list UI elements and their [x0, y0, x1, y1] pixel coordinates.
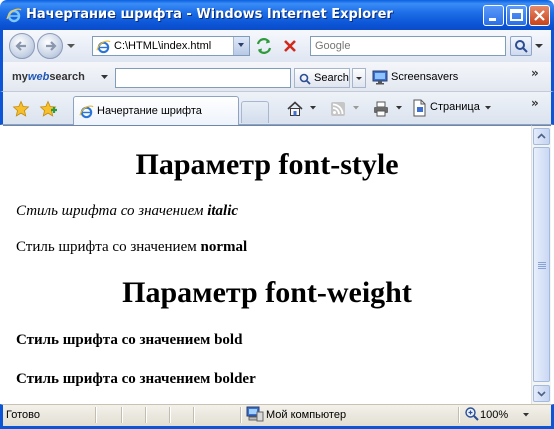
value-italic: italic [207, 203, 239, 219]
zoom-dropdown-icon[interactable] [523, 413, 529, 417]
history-dropdown-icon[interactable] [67, 42, 75, 50]
home-dropdown-icon[interactable] [310, 106, 316, 126]
status-bar: Готово Мой компьютер 100% [0, 404, 554, 429]
minimize-button[interactable] [483, 5, 504, 26]
commandbar-overflow-icon[interactable]: » [531, 96, 539, 110]
new-tab-button[interactable] [241, 101, 269, 123]
back-arrow-icon [15, 41, 26, 51]
status-divider [193, 407, 195, 423]
home-icon[interactable] [286, 99, 304, 119]
scroll-down-button[interactable] [533, 385, 550, 402]
mywebsearch-search-dropdown[interactable] [352, 68, 366, 88]
search-input[interactable] [310, 36, 506, 56]
close-icon [534, 10, 545, 21]
add-favorite-icon[interactable] [39, 100, 57, 118]
paragraph-italic: Стиль шрифта со значением italic [16, 203, 239, 219]
paragraph-normal: Стиль шрифта со значением normal [16, 239, 248, 255]
scroll-grip [538, 262, 546, 269]
chevron-down-icon [238, 43, 244, 47]
page-ie-icon [79, 105, 94, 119]
monitor-icon [372, 70, 388, 85]
paragraph-bold: Стиль шрифта со значением bold [16, 332, 243, 348]
status-divider [240, 407, 242, 423]
chevron-down-icon [537, 391, 546, 397]
address-dropdown-button[interactable] [233, 37, 249, 55]
stop-icon[interactable] [280, 36, 300, 56]
status-divider [169, 407, 171, 423]
address-toolbar: C:\HTML\index.html [0, 30, 554, 62]
chevron-up-icon [537, 133, 546, 139]
maximize-icon [510, 9, 523, 21]
page-content: Параметр font-style Стиль шрифта со знач… [3, 125, 531, 404]
page-icon [413, 99, 426, 117]
mywebsearch-menu-dropdown-icon[interactable] [101, 75, 108, 80]
window-title: Начертание шрифта - Windows Internet Exp… [26, 7, 393, 22]
search-icon [515, 40, 528, 53]
page-menu-label: Страница [430, 101, 480, 113]
forward-arrow-icon [46, 41, 57, 51]
title-bar[interactable]: Начертание шрифта - Windows Internet Exp… [0, 0, 554, 30]
status-text: Готово [6, 409, 40, 421]
toolbar-overflow-icon[interactable]: » [531, 66, 539, 80]
address-input[interactable]: C:\HTML\index.html [92, 36, 250, 56]
mywebsearch-toolbar: mywebsearch Search Screensavers » [0, 62, 554, 92]
ie-logo-icon [6, 8, 22, 23]
zoom-level[interactable]: 100% [480, 409, 508, 421]
mywebsearch-logo[interactable]: mywebsearch [12, 71, 85, 83]
status-divider [121, 407, 123, 423]
refresh-icon[interactable] [254, 36, 274, 56]
status-divider [458, 407, 460, 423]
scroll-thumb[interactable] [533, 147, 550, 382]
minimize-icon [489, 18, 496, 21]
vertical-scrollbar[interactable] [531, 125, 551, 404]
back-button[interactable] [9, 33, 35, 59]
address-url: C:\HTML\index.html [114, 40, 212, 52]
computer-icon [246, 406, 264, 422]
heading-font-style: Параметр font-style [135, 148, 399, 181]
security-zone-label: Мой компьютер [266, 409, 347, 421]
paragraph-bolder: Стиль шрифта со значением bolder [16, 371, 256, 387]
search-options-dropdown-icon[interactable] [535, 42, 543, 50]
forward-button[interactable] [37, 33, 63, 59]
print-dropdown-icon[interactable] [396, 106, 402, 126]
zoom-icon[interactable] [464, 406, 480, 422]
heading-font-weight: Параметр font-weight [122, 276, 412, 309]
magnifier-icon [299, 73, 311, 85]
page-menu-button[interactable]: Страница [411, 99, 480, 119]
mywebsearch-input[interactable] [115, 68, 291, 88]
page-ie-icon [96, 40, 111, 54]
maximize-button[interactable] [506, 5, 527, 26]
tab-active[interactable]: Начертание шрифта [73, 96, 239, 125]
favorites-star-icon[interactable] [12, 100, 30, 118]
search-button[interactable] [510, 36, 532, 56]
mywebsearch-search-label: Search [314, 72, 349, 84]
print-icon[interactable] [372, 99, 390, 119]
status-divider [145, 407, 147, 423]
value-normal: normal [200, 239, 248, 255]
scroll-up-button[interactable] [533, 128, 550, 145]
mywebsearch-search-button[interactable]: Search [294, 68, 350, 88]
page-dropdown-icon[interactable] [485, 106, 491, 126]
chevron-down-icon [356, 77, 362, 80]
screensavers-label: Screensavers [391, 71, 459, 83]
tab-label: Начертание шрифта [97, 105, 202, 117]
feeds-dropdown-icon[interactable] [353, 106, 359, 126]
status-divider [95, 407, 97, 423]
rss-feed-icon[interactable] [329, 99, 347, 119]
close-button[interactable] [529, 5, 550, 26]
tab-bar: Начертание шрифта Страница » [0, 92, 554, 125]
